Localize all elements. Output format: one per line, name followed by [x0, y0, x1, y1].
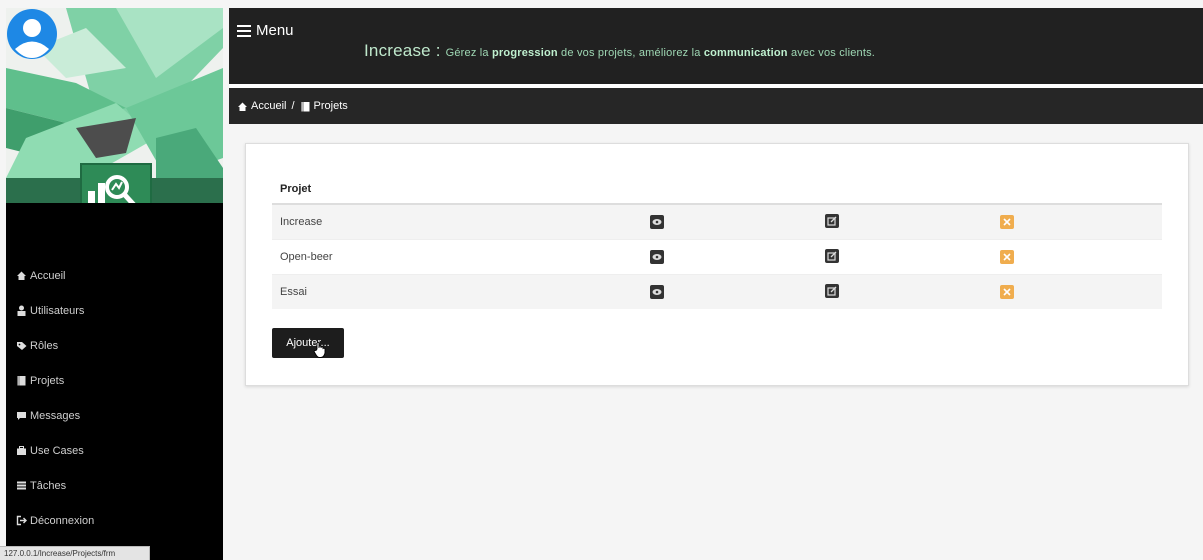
tagline-part: de vos projets, améliorez la	[557, 47, 704, 59]
sidebar-item-label: Projets	[30, 374, 65, 387]
table-row: Open-beer	[272, 238, 1162, 274]
breadcrumb-home-label: Accueil	[251, 100, 287, 112]
view-cell	[642, 238, 817, 274]
sidebar-item-taches[interactable]: Tâches	[6, 468, 223, 503]
sidebar-item-label: Tâches	[30, 479, 67, 492]
breadcrumb-current: Projets	[300, 100, 348, 112]
app-logo	[80, 163, 152, 203]
edit-icon[interactable]	[825, 249, 839, 263]
delete-icon[interactable]	[1000, 284, 1014, 299]
user-avatar-icon[interactable]	[6, 8, 58, 60]
book-icon	[16, 375, 27, 386]
browser-status-url: 127.0.0.1/Increase/Projects/frm	[0, 546, 150, 560]
column-header-view	[642, 174, 817, 205]
delete-icon[interactable]	[1000, 214, 1014, 229]
view-cell	[642, 273, 817, 309]
sidebar-item-roles[interactable]: Rôles	[6, 328, 223, 363]
sidebar-item-label: Utilisateurs	[30, 304, 85, 317]
briefcase-icon	[16, 445, 27, 456]
edit-icon[interactable]	[825, 284, 839, 299]
eye-icon[interactable]	[650, 284, 664, 299]
sidebar-nav: Accueil Utilisateurs Rôles Projets Messa…	[6, 258, 223, 538]
sidebar-item-utilisateurs[interactable]: Utilisateurs	[6, 293, 223, 328]
breadcrumb-separator: /	[291, 100, 295, 112]
logout-icon	[16, 515, 27, 526]
tagline-emphasis: communication	[703, 47, 788, 59]
sidebar-item-label: Messages	[30, 409, 81, 422]
book-icon	[300, 101, 311, 112]
add-project-button[interactable]: Ajouter...	[272, 328, 344, 358]
menu-button[interactable]: Menu	[237, 22, 294, 39]
edit-cell	[817, 238, 992, 274]
edit-cell	[817, 203, 992, 239]
project-name: Essai	[272, 273, 642, 309]
app-tagline: Increase : Gérez la progression de vos p…	[364, 41, 875, 61]
tagline-part: Gérez la	[445, 47, 493, 59]
hamburger-icon	[237, 24, 251, 37]
sidebar-item-label: Use Cases	[30, 444, 84, 457]
project-name: Increase	[272, 203, 642, 239]
projects-table: Projet Increase Open-beer Essai	[272, 174, 1162, 309]
sidebar-item-deconnexion[interactable]: Déconnexion	[6, 503, 223, 538]
view-cell	[642, 203, 817, 239]
sidebar-item-accueil[interactable]: Accueil	[6, 258, 223, 293]
home-icon	[237, 101, 248, 112]
sidebar-item-label: Accueil	[30, 269, 66, 282]
tagline-emphasis: progression	[492, 47, 558, 59]
column-header-edit	[817, 174, 992, 205]
tagline-lead: Increase :	[364, 41, 446, 60]
delete-cell	[992, 273, 1162, 309]
sidebar-item-projets[interactable]: Projets	[6, 363, 223, 398]
sidebar-item-label: Rôles	[30, 339, 59, 352]
comment-icon	[16, 410, 27, 421]
sidebar-item-use-cases[interactable]: Use Cases	[6, 433, 223, 468]
sidebar: Accueil Utilisateurs Rôles Projets Messa…	[6, 8, 223, 560]
chart-magnifier-icon	[88, 175, 136, 203]
delete-cell	[992, 238, 1162, 274]
menu-label: Menu	[256, 22, 294, 39]
breadcrumb: Accueil / Projets	[229, 88, 1203, 124]
table-header-row: Projet	[272, 174, 1162, 205]
tagline-part: avec vos clients.	[787, 47, 876, 59]
user-icon	[16, 305, 27, 316]
eye-icon[interactable]	[650, 249, 664, 264]
edit-icon[interactable]	[825, 214, 839, 229]
tag-icon	[16, 340, 27, 351]
sidebar-banner	[6, 8, 223, 203]
breadcrumb-current-label: Projets	[313, 100, 348, 112]
breadcrumb-home[interactable]: Accueil	[237, 100, 286, 112]
column-header-projet: Projet	[272, 174, 642, 205]
eye-icon[interactable]	[650, 214, 664, 229]
sidebar-item-label: Déconnexion	[30, 514, 95, 527]
home-icon	[16, 270, 27, 281]
column-header-delete	[992, 174, 1162, 205]
delete-icon[interactable]	[1000, 249, 1014, 264]
delete-cell	[992, 203, 1162, 239]
table-row: Increase	[272, 203, 1162, 239]
table-row: Essai	[272, 273, 1162, 309]
edit-cell	[817, 273, 992, 309]
project-name: Open-beer	[272, 238, 642, 274]
top-bar: Menu Increase : Gérez la progression de …	[229, 8, 1203, 84]
sidebar-item-messages[interactable]: Messages	[6, 398, 223, 433]
projects-panel: Projet Increase Open-beer Essai Ajouter.…	[245, 143, 1189, 386]
tasks-icon	[16, 480, 27, 491]
